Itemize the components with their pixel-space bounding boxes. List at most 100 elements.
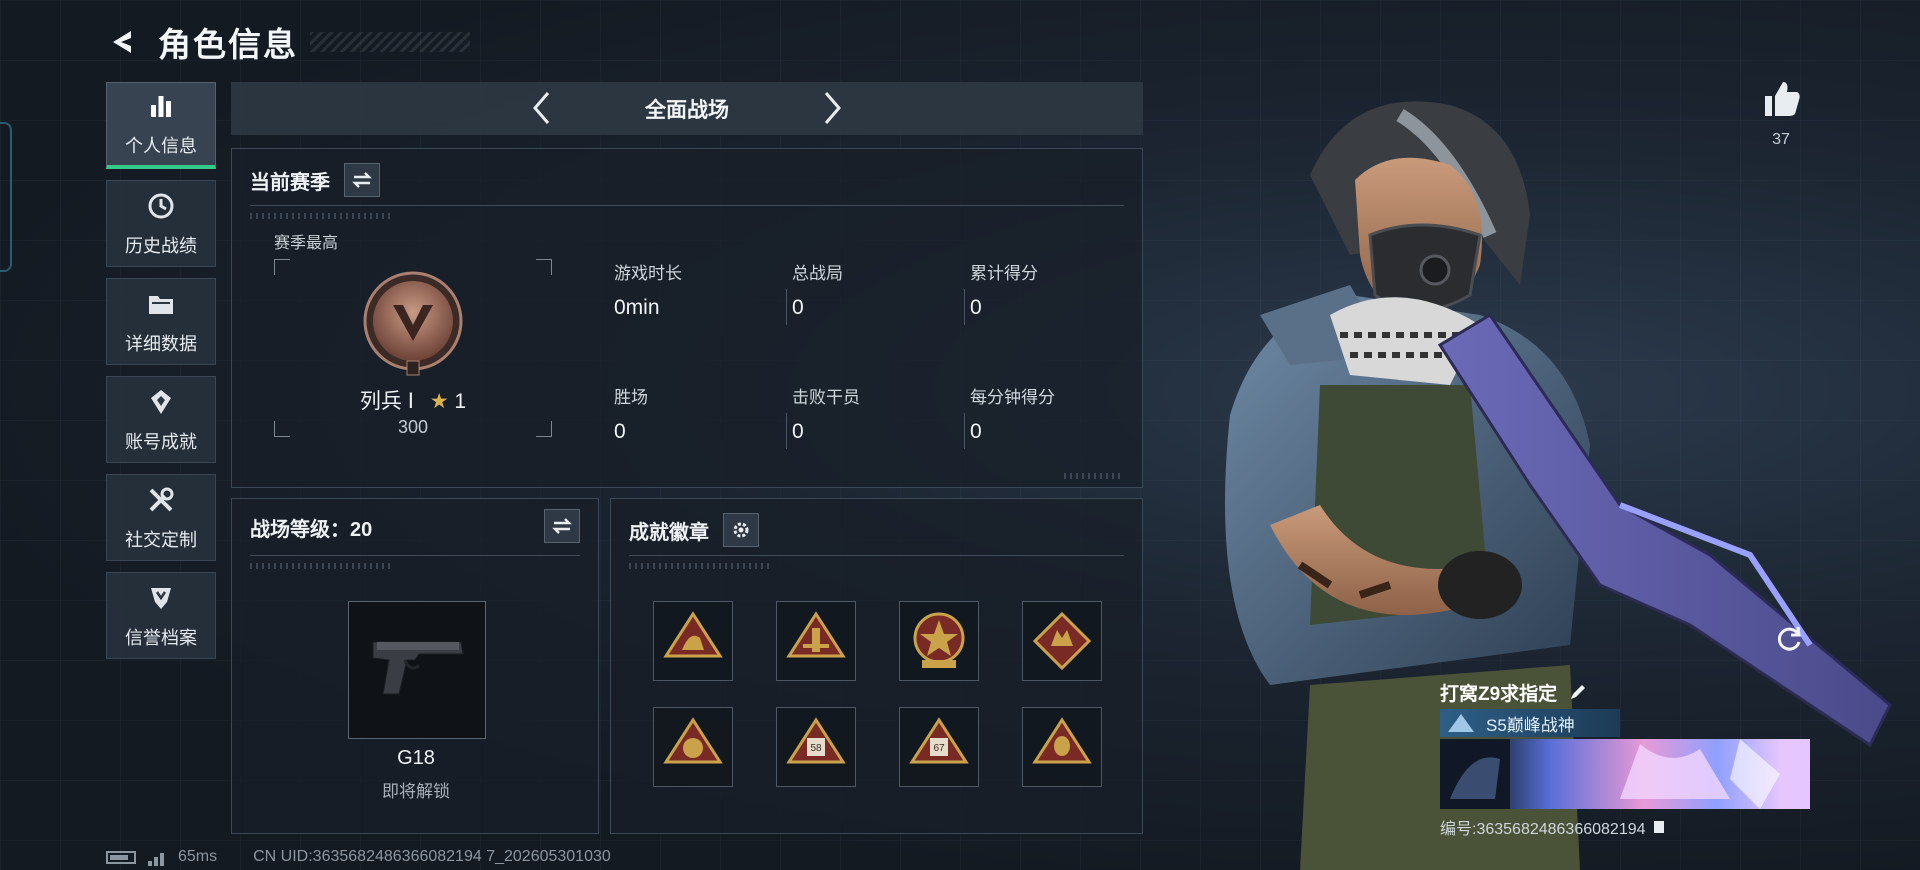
stat-play-time: 游戏时长 0min (614, 259, 682, 320)
status-uid: CN UID:3635682486366082194 7_20260530103… (253, 848, 611, 865)
player-title: S5巅峰战神 (1486, 715, 1575, 735)
dotted-decoration (629, 563, 769, 569)
chevron-left-icon[interactable] (523, 90, 559, 126)
chevron-right-icon[interactable] (815, 90, 851, 126)
stat-wins: 胜场 0 (614, 383, 648, 444)
pistol-icon (372, 641, 464, 695)
stat-score-per-minute: 每分钟得分 0 (970, 383, 1055, 444)
sidebar-item-credit[interactable]: 信誉档案 (106, 572, 216, 659)
achievement-badge[interactable]: 58 (776, 707, 856, 787)
rank-name: 列兵 Ⅰ ★ 1 (274, 385, 552, 415)
stat-value: 0 (792, 420, 804, 443)
achievements-settings-button[interactable] (723, 513, 759, 547)
battlefield-level-panel: 战场等级：20 G18 即将解锁 (231, 498, 599, 834)
edit-pencil-icon[interactable] (1569, 683, 1587, 701)
sidebar-item-label: 历史战绩 (125, 235, 197, 256)
achievement-badge[interactable] (1022, 707, 1102, 787)
stat-separator (964, 413, 965, 449)
rank-badge-icon (363, 271, 463, 376)
card-uid-row: 编号:3635682486366082194 (1440, 815, 1810, 839)
stat-value: 0 (970, 296, 982, 319)
credit-shield-icon (145, 582, 177, 614)
weapon-unlock-status: 即将解锁 (382, 782, 450, 801)
player-name: 打窝Z9求指定 (1440, 683, 1558, 705)
season-switch-button[interactable] (344, 163, 380, 197)
like-button[interactable]: 37 (1760, 80, 1802, 149)
stat-label: 游戏时长 (614, 264, 682, 283)
mode-title: 全面战场 (645, 98, 729, 122)
stat-separator (786, 289, 787, 325)
achievements-title: 成就徽章 (629, 521, 709, 544)
back-arrow-icon[interactable] (104, 24, 140, 60)
stat-value: 0 (614, 420, 626, 443)
sidebar-item-history[interactable]: 历史战绩 (106, 180, 216, 267)
achievement-badge[interactable]: 67 (899, 707, 979, 787)
weapon-preview[interactable] (348, 601, 486, 739)
stat-value: 0 (792, 296, 804, 319)
sidebar-item-personal-info[interactable]: 个人信息 (106, 82, 216, 169)
achievement-badge[interactable] (653, 601, 733, 681)
ping-value: 65ms (178, 848, 218, 865)
stat-label: 总战局 (792, 264, 843, 283)
badge-number: 67 (933, 743, 945, 754)
battery-icon (106, 850, 136, 864)
card-name-row: 打窝Z9求指定 (1440, 675, 1810, 709)
badge-grid: 58 67 (653, 601, 1102, 787)
sidebar-item-social[interactable]: 社交定制 (106, 474, 216, 561)
achievement-badge[interactable] (1022, 601, 1102, 681)
refresh-icon[interactable] (1774, 624, 1804, 654)
achievements-header: 成就徽章 (629, 513, 759, 547)
sidebar-item-details[interactable]: 详细数据 (106, 278, 216, 365)
season-header: 当前赛季 (250, 163, 380, 197)
numbered-badge-icon: 58 (786, 717, 846, 764)
season-best-label: 赛季最高 (274, 235, 339, 252)
tools-icon (145, 484, 177, 516)
stat-total-score: 累计得分 0 (970, 259, 1038, 320)
bar-chart-icon (145, 90, 177, 122)
stat-label: 累计得分 (970, 264, 1038, 283)
weapon-name: G18 (397, 747, 435, 769)
copy-icon[interactable] (1652, 819, 1666, 835)
dotted-decoration (250, 213, 390, 219)
stat-label: 胜场 (614, 388, 648, 407)
star-icon: ★ (429, 390, 449, 413)
stat-separator (964, 289, 965, 325)
badge-number: 58 (810, 743, 822, 754)
dotted-decoration (250, 563, 390, 569)
stat-value: 0 (970, 420, 982, 443)
rank-score: 300 (397, 417, 429, 437)
numbered-badge-icon: 67 (909, 717, 969, 764)
stat-separator (786, 413, 787, 449)
beast-badge-icon (1032, 611, 1092, 671)
achievement-badge[interactable] (899, 601, 979, 681)
star-emblem-badge-icon (913, 612, 965, 668)
season-panel: 当前赛季 赛季最高 列兵 Ⅰ ★ 1 300 游戏时长 0min 总战局 0 累… (231, 148, 1143, 488)
sidebar-item-label: 账号成就 (125, 431, 197, 452)
battlefield-header: 战场等级：20 (250, 513, 372, 542)
panel-divider (629, 555, 1124, 556)
sidebar-item-label: 信誉档案 (125, 627, 197, 648)
achievement-badge[interactable] (653, 707, 733, 787)
swap-icon (352, 172, 372, 188)
battlefield-switch-button[interactable] (544, 509, 580, 543)
card-banner[interactable] (1440, 739, 1810, 809)
sidebar-item-label: 详细数据 (125, 333, 197, 354)
gear-icon (733, 522, 749, 538)
page-title: 角色信息 (158, 26, 298, 63)
stat-total-matches: 总战局 0 (792, 259, 843, 320)
sidebar: 个人信息 历史战绩 详细数据 账号成就 社交定制 信誉档案 (106, 82, 216, 659)
season-title: 当前赛季 (250, 171, 330, 194)
stat-label: 每分钟得分 (970, 388, 1055, 407)
panel-divider (250, 555, 580, 556)
achievement-badge[interactable] (776, 601, 856, 681)
dotted-decoration (1064, 473, 1124, 479)
card-title-row: S5巅峰战神 (1440, 709, 1620, 737)
rank-stars: 1 (454, 390, 467, 413)
folder-icon (145, 288, 177, 320)
sidebar-item-achievements[interactable]: 账号成就 (106, 376, 216, 463)
status-bar: 65ms CN UID:3635682486366082194 7_202605… (106, 844, 611, 870)
like-count: 37 (1772, 131, 1790, 148)
edge-handle[interactable] (0, 122, 12, 272)
player-uid: 编号:3635682486366082194 (1440, 821, 1646, 838)
tower-badge-icon (786, 611, 846, 658)
